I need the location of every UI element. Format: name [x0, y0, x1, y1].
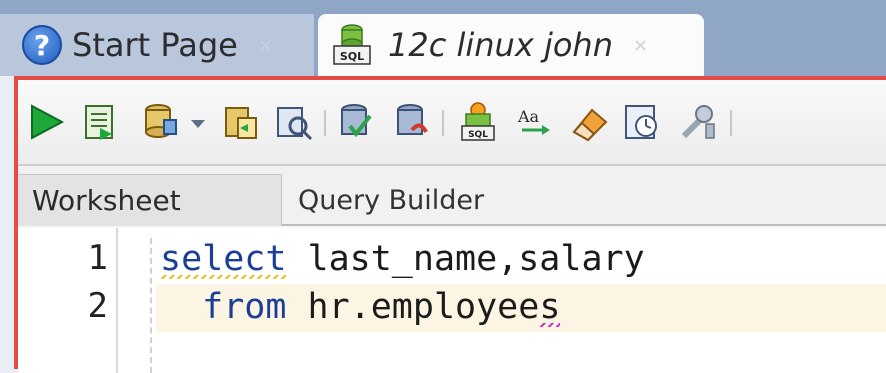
tab-query-builder[interactable]: Query Builder [298, 174, 484, 226]
sql-keyword: from [202, 287, 287, 327]
code-line-2[interactable]: from hr.employees [160, 284, 561, 330]
sql-database-icon: SQL [330, 22, 374, 68]
line-number-gutter: 1 2 [18, 228, 118, 373]
code-line-1[interactable]: select last_name,salary [160, 236, 645, 282]
code-text: last_name,salary [286, 239, 645, 279]
unshared-sql-icon[interactable] [622, 102, 662, 142]
worksheet-panel: SQL Aa Worksheet Query Builder 1 2 selec… [14, 76, 886, 373]
code-text: hr.employee [286, 287, 540, 327]
commit-icon[interactable] [140, 102, 180, 142]
tab-start-page-label: Start Page [72, 26, 238, 64]
worksheet-subtabs: Worksheet Query Builder [18, 166, 886, 226]
svg-text:Aa: Aa [517, 107, 540, 126]
fold-margin [150, 238, 152, 373]
clear-icon[interactable] [570, 102, 610, 142]
to-upper-lower-icon[interactable]: Aa [514, 102, 554, 142]
svg-text:SQL: SQL [468, 130, 488, 140]
help-icon: ? [22, 25, 62, 65]
code-text-flagged: s [539, 287, 561, 327]
svg-text:SQL: SQL [340, 50, 364, 63]
toolbar-separator [730, 110, 732, 136]
sql-tuning-advisor-icon[interactable] [392, 102, 432, 142]
close-icon[interactable]: × [258, 35, 273, 56]
tools-icon[interactable] [678, 102, 718, 142]
tab-sql-worksheet[interactable]: SQL 12c linux john × [318, 14, 704, 76]
document-tab-strip: ? Start Page × SQL 12c linux john × [0, 0, 886, 76]
worksheet-toolbar: SQL Aa [18, 80, 886, 166]
toolbar-separator [442, 110, 444, 136]
tab-worksheet[interactable]: Worksheet [18, 174, 282, 226]
rollback-icon[interactable] [220, 102, 260, 142]
sql-history-icon[interactable]: SQL [458, 102, 498, 142]
line-number: 1 [87, 238, 108, 278]
tab-sql-worksheet-label: 12c linux john [388, 26, 613, 64]
toolbar-separator [324, 110, 326, 136]
run-script-icon[interactable] [80, 102, 120, 142]
autotrace-icon[interactable] [336, 102, 376, 142]
dropdown-arrow-icon[interactable] [188, 102, 208, 142]
run-statement-icon[interactable] [26, 102, 66, 142]
tab-start-page[interactable]: ? Start Page × [0, 14, 314, 76]
sql-keyword: select [160, 239, 287, 279]
sql-editor[interactable]: 1 2 select last_name,salary from hr.empl… [18, 228, 886, 373]
line-number: 2 [87, 286, 108, 326]
close-icon[interactable]: × [633, 35, 648, 56]
explain-plan-icon[interactable] [274, 102, 314, 142]
